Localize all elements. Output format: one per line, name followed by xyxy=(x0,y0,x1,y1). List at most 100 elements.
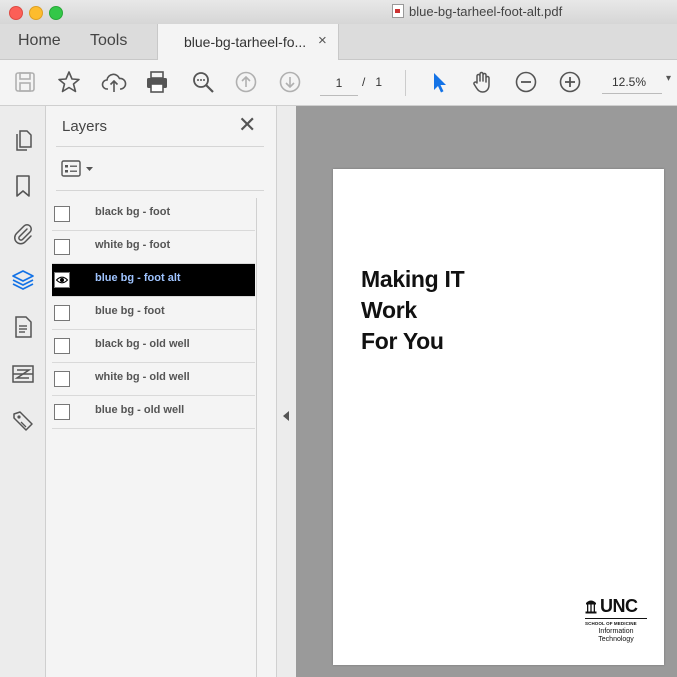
layer-label: white bg - old well xyxy=(95,371,190,383)
find-button[interactable] xyxy=(190,69,216,95)
zoom-out-button[interactable] xyxy=(513,69,539,95)
next-page-button[interactable] xyxy=(277,69,303,95)
star-icon xyxy=(58,71,80,93)
compare-icon xyxy=(12,365,34,383)
layer-visibility-toggle[interactable] xyxy=(54,305,70,321)
layer-visibility-toggle[interactable] xyxy=(54,404,70,420)
page-total: 1 xyxy=(375,75,383,89)
close-panel-button[interactable]: ✕ xyxy=(238,114,256,136)
layer-visibility-toggle[interactable] xyxy=(54,272,70,288)
logo-dept-line: Technology xyxy=(598,636,634,643)
upload-cloud-button[interactable] xyxy=(101,69,127,95)
list-item[interactable]: black bg - old well xyxy=(52,330,255,363)
logo-wordmark: UNC xyxy=(600,596,638,616)
print-button[interactable] xyxy=(144,69,170,95)
compare-button[interactable] xyxy=(10,361,36,387)
printer-icon xyxy=(147,71,167,93)
headline-line: Making IT xyxy=(361,266,465,292)
list-item[interactable]: blue bg - foot alt xyxy=(52,264,255,297)
old-well-icon xyxy=(585,600,597,614)
headline-line: For You xyxy=(361,328,444,354)
layer-label: white bg - foot xyxy=(95,239,171,251)
list-item[interactable]: white bg - old well xyxy=(52,363,255,396)
window-title-text: blue-bg-tarheel-foot-alt.pdf xyxy=(409,4,563,19)
layer-visibility-toggle[interactable] xyxy=(54,206,70,222)
list-item[interactable]: white bg - foot xyxy=(52,231,255,264)
logo-divider xyxy=(585,618,647,619)
toolbar-divider xyxy=(405,70,406,96)
collapse-panel-icon[interactable] xyxy=(283,411,289,421)
bookmark-icon xyxy=(16,175,30,197)
page-number-input[interactable] xyxy=(320,71,358,96)
tag-icon xyxy=(13,411,33,431)
tab-close-button[interactable]: × xyxy=(318,32,327,49)
attachment-icon xyxy=(14,224,32,245)
pdf-file-icon xyxy=(392,4,404,18)
document-properties-button[interactable] xyxy=(10,314,36,340)
logo-department: Information Technology xyxy=(585,628,647,644)
hand-icon xyxy=(473,71,490,93)
bookmarks-button[interactable] xyxy=(10,173,36,199)
layer-label: black bg - foot xyxy=(95,206,171,218)
page-thumbnails-button[interactable] xyxy=(10,126,36,152)
eye-icon xyxy=(56,276,68,284)
chevron-down-icon: ▾ xyxy=(666,73,672,84)
navigation-rail xyxy=(0,106,46,677)
layer-visibility-toggle[interactable] xyxy=(54,338,70,354)
bookmark-star-button[interactable] xyxy=(56,69,82,95)
page-count: / 1 xyxy=(362,75,382,89)
window-minimize-button[interactable] xyxy=(29,6,43,20)
toolbar: / 1 12.5% ▾ xyxy=(0,60,677,106)
attachments-button[interactable] xyxy=(10,220,36,246)
list-item[interactable]: blue bg - foot xyxy=(52,297,255,330)
document-view[interactable]: Making IT Work For You UNC SCHOOL OF MED… xyxy=(296,106,677,677)
zoom-in-button[interactable] xyxy=(557,69,583,95)
unc-logo: UNC SCHOOL OF MEDICINE Information Techn… xyxy=(585,597,647,644)
zoom-value: 12.5% xyxy=(612,75,647,89)
list-item[interactable]: black bg - foot xyxy=(52,198,255,231)
layers-button[interactable] xyxy=(10,267,36,293)
cursor-arrow-icon xyxy=(434,73,446,93)
hand-tool-button[interactable] xyxy=(469,69,495,95)
page-separator: / xyxy=(362,75,366,89)
tab-bar: Home Tools blue-bg-tarheel-fo... × xyxy=(0,24,677,60)
window-maximize-button[interactable] xyxy=(49,6,63,20)
zoom-select[interactable]: 12.5% ▾ xyxy=(602,71,671,94)
page-headline: Making IT Work For You xyxy=(361,264,465,357)
pages-icon xyxy=(16,130,32,151)
pdf-page: Making IT Work For You UNC SCHOOL OF MED… xyxy=(333,169,664,665)
layer-label: black bg - old well xyxy=(95,338,190,350)
panel-divider xyxy=(56,146,264,147)
search-icon xyxy=(193,72,214,93)
options-menu-icon xyxy=(61,160,93,177)
layers-icon xyxy=(12,270,34,290)
tab-document-label: blue-bg-tarheel-fo... xyxy=(184,34,307,50)
headline-line: Work xyxy=(361,297,417,323)
panel-divider xyxy=(56,190,264,191)
window-title: blue-bg-tarheel-foot-alt.pdf xyxy=(392,4,562,19)
layers-panel: Layers ✕ black bg - foot white bg - foot… xyxy=(46,106,276,677)
document-properties-icon xyxy=(15,316,32,338)
tab-document[interactable]: blue-bg-tarheel-fo... × xyxy=(157,24,339,60)
arrow-down-circle-icon xyxy=(279,71,301,93)
panel-splitter[interactable] xyxy=(276,106,297,677)
save-icon xyxy=(15,72,35,92)
save-button[interactable] xyxy=(12,69,38,95)
select-tool-button[interactable] xyxy=(426,69,452,95)
tab-tools[interactable]: Tools xyxy=(90,32,127,50)
layer-label: blue bg - old well xyxy=(95,404,185,416)
title-bar: blue-bg-tarheel-foot-alt.pdf xyxy=(0,0,677,25)
minus-circle-icon xyxy=(515,71,537,93)
layer-label: blue bg - foot xyxy=(95,305,165,317)
layers-options-button[interactable] xyxy=(61,158,101,180)
plus-circle-icon xyxy=(559,71,581,93)
window-close-button[interactable] xyxy=(9,6,23,20)
list-item[interactable]: blue bg - old well xyxy=(52,396,255,429)
tab-home[interactable]: Home xyxy=(18,32,61,50)
previous-page-button[interactable] xyxy=(233,69,259,95)
arrow-up-circle-icon xyxy=(235,71,257,93)
layer-visibility-toggle[interactable] xyxy=(54,371,70,387)
layer-visibility-toggle[interactable] xyxy=(54,239,70,255)
layer-label: blue bg - foot alt xyxy=(95,272,181,284)
tags-button[interactable] xyxy=(10,408,36,434)
